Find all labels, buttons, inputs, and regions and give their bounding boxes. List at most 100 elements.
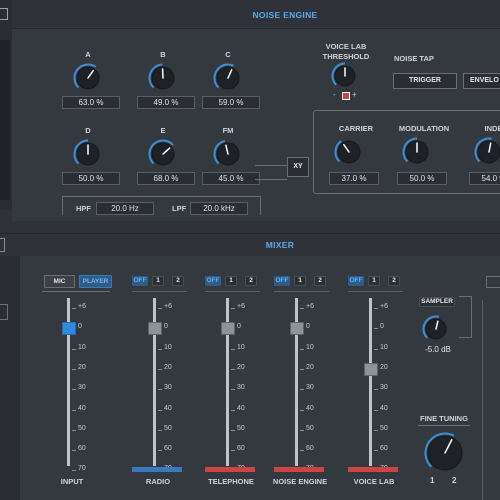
channel-3-tick: [300, 308, 304, 309]
channel-1-divider: [132, 291, 187, 292]
sampler-button[interactable]: SAMPLER: [419, 297, 455, 307]
channel-1-tick: [158, 429, 162, 431]
channel-2-scale-label: 50: [237, 424, 245, 432]
channel-0-tick: [72, 389, 76, 391]
channel-3-scale-label: 0: [306, 323, 310, 331]
channel-3-scale-label: 60: [306, 445, 314, 453]
mixer-right-button[interactable]: [486, 276, 500, 288]
channel-4-toggle-2[interactable]: 2: [388, 276, 400, 286]
channel-0-scale-label: 10: [78, 343, 86, 351]
channel-3-scale-label: 10: [306, 343, 314, 351]
envelope-button[interactable]: ENVELO: [463, 73, 500, 89]
knob-e-value[interactable]: 68.0 %: [137, 172, 195, 185]
channel-0-scale-label: 0: [78, 323, 82, 331]
knob-b-value[interactable]: 49.0 %: [137, 96, 195, 109]
channel-1-toggle-2[interactable]: 2: [172, 276, 184, 286]
index-value[interactable]: 54.0 %: [469, 172, 500, 185]
channel-4-toggle-1[interactable]: 1: [368, 276, 380, 286]
channel-2-tick: [231, 409, 235, 411]
lpf-value[interactable]: 20.0 kHz: [190, 202, 248, 215]
channel-4-off-toggle[interactable]: OFF: [348, 276, 364, 286]
mixer-right-divider: [482, 300, 483, 500]
modulation-knob[interactable]: [402, 137, 432, 167]
mixer-left-box: [0, 304, 8, 320]
knob-e[interactable]: [148, 139, 178, 169]
channel-2-off-toggle[interactable]: OFF: [205, 276, 221, 286]
channel-3-tick: [300, 409, 304, 411]
channel-0-scale-label: 30: [78, 384, 86, 392]
knob-c[interactable]: [213, 63, 243, 93]
channel-0-label: INPUT: [60, 477, 84, 486]
mixer-left-strip: [0, 256, 20, 500]
voice-lab-threshold-knob[interactable]: [331, 62, 359, 90]
channel-1-tick: [158, 348, 162, 350]
channel-1-tick: [158, 450, 162, 452]
knob-fm-value[interactable]: 45.0 %: [202, 172, 260, 185]
channel-4-scale-label: +6: [380, 303, 388, 310]
channel-3-off-toggle[interactable]: OFF: [274, 276, 290, 286]
voice-lab-plus: +: [352, 90, 357, 99]
channel-4-scale-label: 20: [380, 363, 388, 371]
knob-fm-label: FM: [222, 126, 234, 135]
mic-toggle[interactable]: MIC: [44, 275, 75, 288]
knob-a-value[interactable]: 63.0 %: [62, 96, 120, 109]
knob-b[interactable]: [148, 63, 178, 93]
channel-2-tick: [231, 450, 235, 452]
knob-b-label: B: [160, 50, 166, 59]
channel-3-tick: [300, 348, 304, 350]
channel-4-label: VOICE LAB: [353, 477, 395, 486]
carrier-value[interactable]: 37.0 %: [329, 172, 379, 185]
knob-fm[interactable]: [213, 139, 243, 169]
voice-lab-minus: -: [333, 90, 336, 99]
xy-connector: [255, 165, 287, 180]
channel-3-scale-label: +6: [306, 303, 314, 310]
fine-tuning-knob[interactable]: [424, 432, 466, 474]
channel-1-scale-label: 30: [164, 384, 172, 392]
channel-2-fader[interactable]: [221, 322, 235, 336]
noise-engine-title: NOISE ENGINE: [252, 10, 318, 20]
channel-4-scale-label: 50: [380, 424, 388, 432]
knob-a[interactable]: [73, 63, 103, 93]
channel-2-toggle-1[interactable]: 1: [225, 276, 237, 286]
lpf-label: LPF: [172, 204, 187, 213]
channel-0-tick: [72, 409, 76, 411]
player-toggle[interactable]: PLAYER: [79, 275, 112, 288]
channel-0-tick: [72, 429, 76, 431]
hpf-value[interactable]: 20.0 Hz: [96, 202, 154, 215]
fine-tuning-label: FINE TUNING: [420, 414, 468, 423]
fine-tuning-right: 2: [452, 476, 457, 485]
left-checkbox[interactable]: [0, 8, 8, 20]
channel-1-scale-label: 50: [164, 424, 172, 432]
channel-1-tick: [158, 409, 162, 411]
sampler-knob[interactable]: [422, 315, 450, 343]
channel-0-tick: [72, 450, 76, 452]
channel-3-toggle-2[interactable]: 2: [314, 276, 326, 286]
channel-3-scale-label: 30: [306, 384, 314, 392]
knob-d[interactable]: [73, 139, 103, 169]
channel-4-fader[interactable]: [364, 362, 378, 376]
channel-2-toggle-2[interactable]: 2: [245, 276, 257, 286]
xy-button[interactable]: XY: [287, 157, 309, 177]
knob-d-value[interactable]: 50.0 %: [62, 172, 120, 185]
channel-4-scale-label: 60: [380, 445, 388, 453]
knob-c-value[interactable]: 59.0 %: [202, 96, 260, 109]
modulation-value[interactable]: 50.0 %: [397, 172, 447, 185]
carrier-label: CARRIER: [338, 124, 374, 133]
channel-3-toggle-1[interactable]: 1: [294, 276, 306, 286]
channel-0-fader[interactable]: [62, 322, 76, 336]
channel-2-scale-label: 60: [237, 445, 245, 453]
channel-0-scale-label: 60: [78, 445, 86, 453]
channel-1-toggle-1[interactable]: 1: [152, 276, 164, 286]
channel-1-off-toggle[interactable]: OFF: [132, 276, 148, 286]
index-knob[interactable]: [474, 137, 500, 167]
channel-3-scale-label: 50: [306, 424, 314, 432]
carrier-knob[interactable]: [334, 137, 364, 167]
channel-1-scale-label: 40: [164, 404, 172, 412]
hpf-label: HPF: [76, 204, 91, 213]
index-label: INDEX: [484, 124, 500, 133]
trigger-button[interactable]: TRIGGER: [393, 73, 457, 89]
channel-4-track: [369, 298, 372, 466]
channel-1-fader[interactable]: [148, 322, 162, 336]
channel-3-fader[interactable]: [290, 322, 304, 336]
mixer-left-button[interactable]: [0, 238, 5, 252]
